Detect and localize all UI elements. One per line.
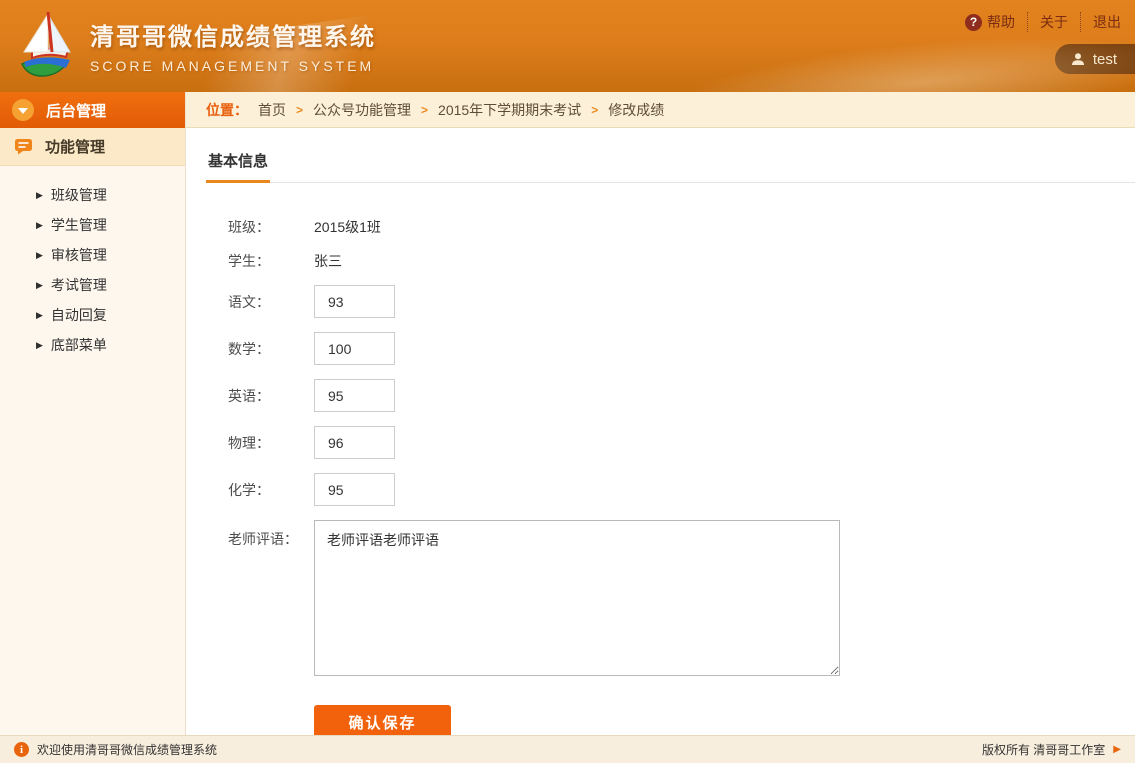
form-row-english: 英语： bbox=[206, 379, 1135, 412]
form-row-physics: 物理： bbox=[206, 426, 1135, 459]
header-links: ? 帮助 关于 退出 bbox=[965, 12, 1121, 32]
english-label: 英语： bbox=[206, 386, 314, 406]
sidebar-item-label: 考试管理 bbox=[51, 275, 107, 295]
breadcrumb-exam[interactable]: 2015年下学期期末考试 bbox=[438, 100, 581, 120]
breadcrumb-function-management[interactable]: 公众号功能管理 bbox=[313, 100, 411, 120]
app-subtitle: SCORE MANAGEMENT SYSTEM bbox=[90, 58, 376, 74]
sidebar-submenu: ▶ 班级管理 ▶ 学生管理 ▶ 审核管理 ▶ 考试管理 ▶ 自动回复 bbox=[0, 166, 185, 360]
sidebar-item-function-management[interactable]: 功能管理 bbox=[0, 128, 185, 166]
sidebar: 后台管理 功能管理 ▶ 班级管理 bbox=[0, 92, 186, 735]
breadcrumb-prefix: 位置： bbox=[206, 100, 248, 120]
student-label: 学生： bbox=[206, 251, 314, 271]
breadcrumb-separator: > bbox=[296, 103, 303, 117]
triangle-right-icon[interactable]: ▶ bbox=[1113, 744, 1121, 755]
class-label: 班级： bbox=[206, 217, 314, 237]
triangle-right-icon: ▶ bbox=[36, 250, 43, 261]
user-icon bbox=[1071, 52, 1085, 66]
breadcrumb-separator: > bbox=[591, 103, 598, 117]
chinese-label: 语文： bbox=[206, 292, 314, 312]
score-form: 班级： 2015级1班 学生： 张三 语文： 数学： bbox=[206, 217, 1135, 735]
chemistry-score-input[interactable] bbox=[314, 473, 395, 506]
confirm-save-button[interactable]: 确认保存 bbox=[314, 705, 451, 735]
math-label: 数学： bbox=[206, 339, 314, 359]
breadcrumb-separator: > bbox=[421, 103, 428, 117]
sidebar-item-student-management[interactable]: ▶ 学生管理 bbox=[0, 210, 185, 240]
class-value: 2015级1班 bbox=[314, 217, 381, 237]
copyright-text: 版权所有 清哥哥工作室 bbox=[982, 741, 1105, 758]
math-score-input[interactable] bbox=[314, 332, 395, 365]
sidebar-item-label: 班级管理 bbox=[51, 185, 107, 205]
triangle-right-icon: ▶ bbox=[36, 190, 43, 201]
logout-link[interactable]: 退出 bbox=[1080, 12, 1121, 32]
tab-basic-info[interactable]: 基本信息 bbox=[206, 150, 270, 183]
help-question-icon: ? bbox=[965, 14, 982, 31]
sidebar-item-auto-reply[interactable]: ▶ 自动回复 bbox=[0, 300, 185, 330]
form-row-student: 学生： 张三 bbox=[206, 251, 1135, 271]
logout-label: 退出 bbox=[1093, 12, 1121, 32]
form-row-teacher-comment: 老师评语： 老师评语老师评语 bbox=[206, 520, 1135, 676]
help-label: 帮助 bbox=[987, 12, 1015, 32]
backstage-label: 后台管理 bbox=[46, 100, 106, 121]
form-row-chinese: 语文： bbox=[206, 285, 1135, 318]
student-value: 张三 bbox=[314, 251, 342, 271]
chat-bubble-icon bbox=[14, 138, 33, 155]
username: test bbox=[1093, 51, 1117, 68]
sidebar-item-bottom-menu[interactable]: ▶ 底部菜单 bbox=[0, 330, 185, 360]
function-management-label: 功能管理 bbox=[45, 136, 105, 157]
app-logo-icon bbox=[8, 6, 86, 84]
triangle-right-icon: ▶ bbox=[36, 220, 43, 231]
footer: i 欢迎使用清哥哥微信成绩管理系统 版权所有 清哥哥工作室 ▶ bbox=[0, 735, 1135, 763]
chinese-score-input[interactable] bbox=[314, 285, 395, 318]
english-score-input[interactable] bbox=[314, 379, 395, 412]
body: 后台管理 功能管理 ▶ 班级管理 bbox=[0, 92, 1135, 735]
main: 位置： 首页 > 公众号功能管理 > 2015年下学期期末考试 > 修改成绩 基… bbox=[186, 92, 1135, 735]
physics-label: 物理： bbox=[206, 433, 314, 453]
about-label: 关于 bbox=[1040, 12, 1068, 32]
content: 基本信息 班级： 2015级1班 学生： 张三 语文： bbox=[186, 128, 1135, 735]
page: 清哥哥微信成绩管理系统 SCORE MANAGEMENT SYSTEM ? 帮助… bbox=[0, 0, 1135, 763]
about-link[interactable]: 关于 bbox=[1027, 12, 1068, 32]
brand: 清哥哥微信成绩管理系统 SCORE MANAGEMENT SYSTEM bbox=[8, 6, 376, 84]
form-row-chemistry: 化学： bbox=[206, 473, 1135, 506]
app-title: 清哥哥微信成绩管理系统 bbox=[90, 17, 376, 52]
sidebar-item-backstage[interactable]: 后台管理 bbox=[0, 92, 185, 128]
sidebar-item-exam-management[interactable]: ▶ 考试管理 bbox=[0, 270, 185, 300]
sidebar-item-review-management[interactable]: ▶ 审核管理 bbox=[0, 240, 185, 270]
chevron-down-icon bbox=[12, 99, 34, 121]
triangle-right-icon: ▶ bbox=[36, 280, 43, 291]
form-row-math: 数学： bbox=[206, 332, 1135, 365]
app-header: 清哥哥微信成绩管理系统 SCORE MANAGEMENT SYSTEM ? 帮助… bbox=[0, 0, 1135, 92]
triangle-right-icon: ▶ bbox=[36, 310, 43, 321]
info-icon: i bbox=[14, 742, 29, 757]
chemistry-label: 化学： bbox=[206, 480, 314, 500]
sidebar-item-label: 审核管理 bbox=[51, 245, 107, 265]
help-link[interactable]: ? 帮助 bbox=[965, 12, 1015, 32]
user-menu-button[interactable]: test bbox=[1055, 44, 1135, 74]
physics-score-input[interactable] bbox=[314, 426, 395, 459]
footer-copyright: 版权所有 清哥哥工作室 ▶ bbox=[982, 741, 1121, 758]
sidebar-item-class-management[interactable]: ▶ 班级管理 bbox=[0, 180, 185, 210]
breadcrumb-home[interactable]: 首页 bbox=[258, 100, 286, 120]
teacher-comment-textarea[interactable]: 老师评语老师评语 bbox=[314, 520, 840, 676]
triangle-right-icon: ▶ bbox=[36, 340, 43, 351]
footer-welcome: i 欢迎使用清哥哥微信成绩管理系统 bbox=[14, 741, 217, 758]
brand-text: 清哥哥微信成绩管理系统 SCORE MANAGEMENT SYSTEM bbox=[90, 17, 376, 74]
welcome-text: 欢迎使用清哥哥微信成绩管理系统 bbox=[37, 741, 217, 758]
form-row-class: 班级： 2015级1班 bbox=[206, 217, 1135, 237]
tab-row: 基本信息 bbox=[206, 128, 1135, 183]
breadcrumb-edit-score[interactable]: 修改成绩 bbox=[608, 100, 664, 120]
sidebar-item-label: 底部菜单 bbox=[51, 335, 107, 355]
sidebar-item-label: 自动回复 bbox=[51, 305, 107, 325]
sidebar-item-label: 学生管理 bbox=[51, 215, 107, 235]
breadcrumb: 位置： 首页 > 公众号功能管理 > 2015年下学期期末考试 > 修改成绩 bbox=[186, 92, 1135, 128]
teacher-comment-label: 老师评语： bbox=[206, 520, 314, 549]
